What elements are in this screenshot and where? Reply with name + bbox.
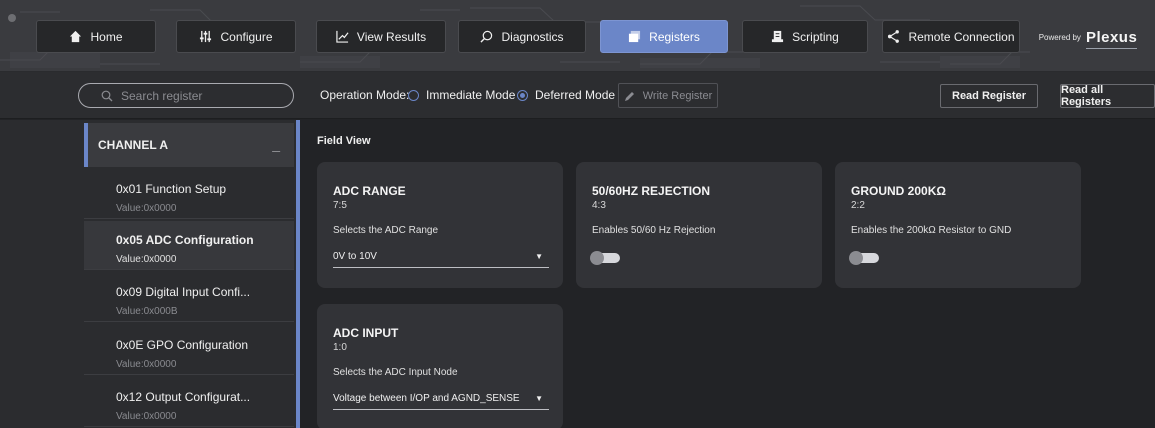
field-description: Selects the ADC Range <box>333 225 439 236</box>
write-register-button[interactable]: Write Register <box>618 83 718 108</box>
pencil-icon <box>624 91 634 101</box>
field-card-50-60hz-rejection: 50/60HZ REJECTION 4:3 Enables 50/60 Hz R… <box>576 162 822 288</box>
sliders-icon <box>200 30 212 43</box>
register-sidebar: CHANNEL A _ 0x01 Function Setup Value:0x… <box>0 120 296 428</box>
field-card-ground-200k: GROUND 200KΩ 2:2 Enables the 200kΩ Resis… <box>835 162 1081 288</box>
home-icon <box>70 30 82 43</box>
register-value: Value:0x000B <box>116 306 178 317</box>
field-bits: 4:3 <box>592 200 606 211</box>
field-card-adc-input: ADC INPUT 1:0 Selects the ADC Input Node… <box>317 304 563 428</box>
rejection-toggle[interactable] <box>590 251 620 265</box>
sidebar-resize-handle[interactable] <box>296 120 300 428</box>
register-item-0x0e[interactable]: 0x0E GPO Configuration Value:0x0000 <box>84 326 294 375</box>
register-item-0x01[interactable]: 0x01 Function Setup Value:0x0000 <box>84 170 294 219</box>
immediate-mode-label: Immediate Mode <box>426 88 516 102</box>
field-description: Enables the 200kΩ Resistor to GND <box>851 225 1012 236</box>
nav-configure-button[interactable]: Configure <box>176 20 296 53</box>
operation-mode-label: Operation Mode: <box>320 88 410 102</box>
immediate-mode-radio[interactable]: Immediate Mode <box>408 88 515 102</box>
plexus-brand: Powered by Plexus <box>1032 22 1144 52</box>
register-item-0x09[interactable]: 0x09 Digital Input Confi... Value:0x000B <box>84 273 294 322</box>
search-icon <box>101 90 113 101</box>
register-name: 0x05 ADC Configuration <box>116 233 254 247</box>
nav-remote-connection-button[interactable]: Remote Connection <box>882 20 1020 53</box>
register-name: 0x0E GPO Configuration <box>116 338 249 352</box>
nav-view-results-label: View Results <box>356 29 427 44</box>
field-title: ADC RANGE <box>333 184 406 198</box>
field-card-adc-range: ADC RANGE 7:5 Selects the ADC Range 0V t… <box>317 162 563 288</box>
nav-registers-button[interactable]: Registers <box>600 20 728 53</box>
dropdown-caret-icon: ▼ <box>535 252 543 261</box>
register-value: Value:0x0000 <box>116 254 177 265</box>
deferred-mode-label: Deferred Mode <box>535 88 616 102</box>
field-bits: 7:5 <box>333 200 347 211</box>
script-icon <box>772 30 784 43</box>
top-navigation-bar: Home Configure View Results Diagnostics … <box>0 0 1155 72</box>
nav-registers-label: Registers <box>649 29 700 44</box>
register-value: Value:0x0000 <box>116 411 177 422</box>
search-input[interactable] <box>121 88 281 103</box>
nav-scripting-button[interactable]: Scripting <box>742 20 868 53</box>
select-value: Voltage between I/OP and AGND_SENSE <box>333 393 520 404</box>
field-title: GROUND 200KΩ <box>851 184 946 198</box>
registers-icon <box>629 30 641 43</box>
window-dot-icon <box>8 14 16 22</box>
register-name: 0x01 Function Setup <box>116 182 227 196</box>
channel-a-header[interactable]: CHANNEL A _ <box>84 123 294 167</box>
nav-configure-label: Configure <box>220 29 273 44</box>
nav-home-label: Home <box>90 29 123 44</box>
adc-range-select[interactable]: 0V to 10V ▼ <box>333 246 549 268</box>
field-view-title: Field View <box>317 135 371 147</box>
register-toolbar: Operation Mode: Immediate Mode Deferred … <box>0 72 1155 119</box>
nav-diagnostics-label: Diagnostics <box>501 29 564 44</box>
register-name: 0x12 Output Configurat... <box>116 390 251 404</box>
read-register-button[interactable]: Read Register <box>940 84 1038 108</box>
deferred-mode-radio[interactable]: Deferred Mode <box>517 88 615 102</box>
register-name: 0x09 Digital Input Confi... <box>116 285 251 299</box>
nav-view-results-button[interactable]: View Results <box>316 20 446 53</box>
nav-diagnostics-button[interactable]: Diagnostics <box>458 20 586 53</box>
ground-resistor-toggle[interactable] <box>849 251 879 265</box>
field-description: Enables 50/60 Hz Rejection <box>592 225 716 236</box>
channel-label: CHANNEL A <box>98 138 169 152</box>
field-title: 50/60HZ REJECTION <box>592 184 711 198</box>
radio-selected-icon <box>517 89 528 101</box>
dropdown-caret-icon: ▼ <box>535 394 543 403</box>
chart-line-icon <box>336 30 349 43</box>
register-item-0x05[interactable]: 0x05 ADC Configuration Value:0x0000 <box>84 221 294 270</box>
register-item-0x12[interactable]: 0x12 Output Configurat... Value:0x0000 <box>84 378 294 427</box>
field-bits: 1:0 <box>333 342 347 353</box>
select-value: 0V to 10V <box>333 251 377 262</box>
powered-by-text: Powered by <box>1038 32 1081 42</box>
nav-home-button[interactable]: Home <box>36 20 156 53</box>
write-register-label: Write Register <box>642 89 713 102</box>
field-description: Selects the ADC Input Node <box>333 367 458 378</box>
magnifier-icon <box>480 30 493 43</box>
radio-unselected-icon <box>408 89 419 101</box>
read-all-registers-button[interactable]: Read all Registers <box>1060 84 1155 108</box>
nav-remote-connection-label: Remote Connection <box>908 29 1015 44</box>
register-value: Value:0x0000 <box>116 359 177 370</box>
collapse-icon[interactable]: _ <box>272 137 280 153</box>
nav-scripting-label: Scripting <box>792 29 839 44</box>
plexus-logo: Plexus <box>1085 28 1138 49</box>
share-icon <box>888 30 900 43</box>
field-bits: 2:2 <box>851 200 865 211</box>
adc-input-select[interactable]: Voltage between I/OP and AGND_SENSE ▼ <box>333 388 549 410</box>
search-box[interactable] <box>78 83 294 108</box>
field-title: ADC INPUT <box>333 326 399 340</box>
register-value: Value:0x0000 <box>116 203 177 214</box>
